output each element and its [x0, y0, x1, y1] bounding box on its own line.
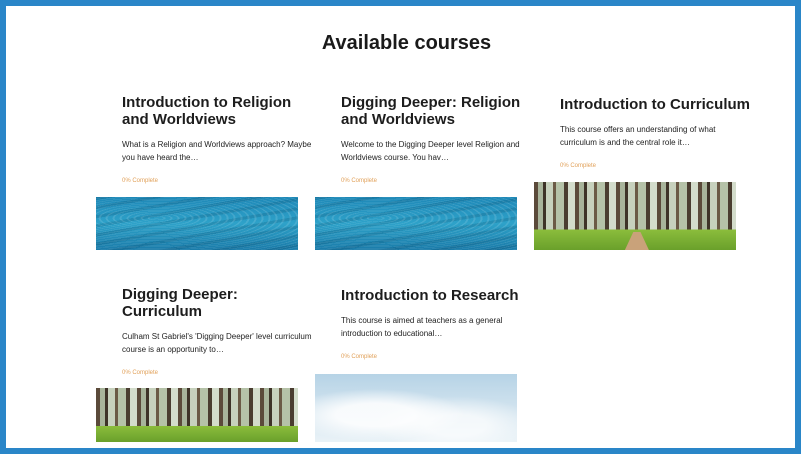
course-description: This course is aimed at teachers as a ge…: [341, 316, 503, 338]
course-description: What is a Religion and Worldviews approa…: [122, 140, 312, 162]
course-card[interactable]: Digging Deeper: Religion and Worldviews …: [337, 94, 539, 184]
course-progress: 0% Complete: [122, 178, 159, 184]
course-image-forest[interactable]: [96, 388, 298, 442]
course-description: Culham St Gabriel's 'Digging Deeper' lev…: [122, 332, 312, 354]
course-image-water[interactable]: [315, 197, 517, 250]
page-frame: Available courses Introduction to Religi…: [0, 0, 801, 454]
page-title: Available courses: [321, 32, 492, 54]
course-progress: 0% Complete: [560, 163, 597, 169]
course-title[interactable]: Digging Deeper: Curriculum: [118, 286, 320, 320]
course-card[interactable]: Introduction to Research This course is …: [337, 287, 539, 360]
course-title[interactable]: Digging Deeper: Religion and Worldviews: [337, 94, 539, 128]
course-card[interactable]: Introduction to Curriculum This course o…: [556, 96, 758, 169]
course-description: This course offers an understanding of w…: [560, 125, 716, 147]
course-title[interactable]: Introduction to Research: [337, 287, 539, 304]
course-progress: 0% Complete: [341, 178, 378, 184]
course-card[interactable]: Introduction to Religion and Worldviews …: [118, 94, 320, 184]
course-title[interactable]: Introduction to Curriculum: [556, 96, 758, 113]
course-image-sky[interactable]: [315, 374, 517, 442]
course-progress: 0% Complete: [122, 370, 159, 376]
course-image-forest[interactable]: [534, 182, 736, 250]
course-image-water[interactable]: [96, 197, 298, 250]
course-card[interactable]: Digging Deeper: Curriculum Culham St Gab…: [118, 286, 320, 376]
course-progress: 0% Complete: [341, 354, 378, 360]
course-description: Welcome to the Digging Deeper level Reli…: [341, 140, 520, 162]
forest-path: [624, 232, 649, 250]
course-title[interactable]: Introduction to Religion and Worldviews: [118, 94, 320, 128]
